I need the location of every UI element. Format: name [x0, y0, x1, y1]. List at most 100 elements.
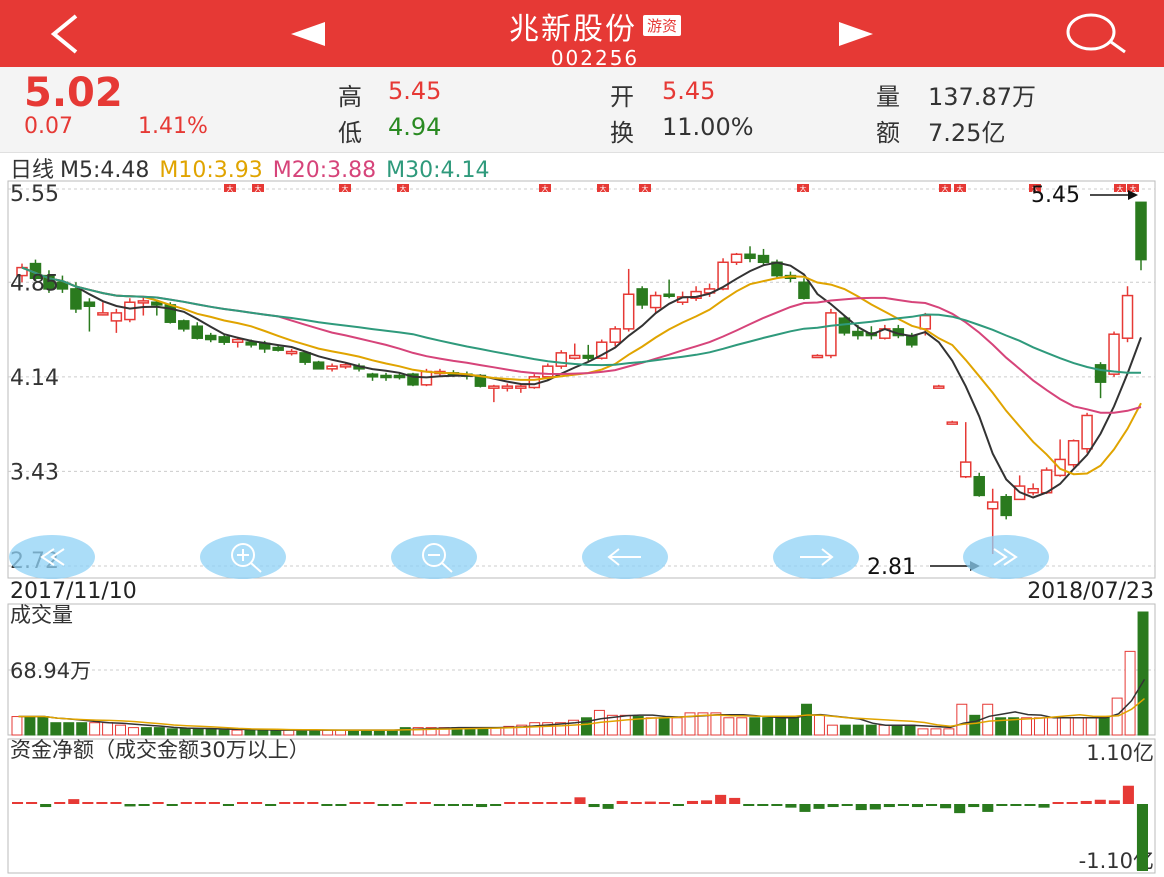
- zoom-out-icon[interactable]: [391, 535, 477, 579]
- fund-flow-bar: [1080, 800, 1092, 804]
- candle-body: [542, 365, 554, 378]
- fund-flow-bar: [968, 804, 980, 808]
- candle-body: [622, 293, 635, 330]
- volume-bar: [982, 703, 994, 736]
- marker-label: 大: [227, 184, 234, 193]
- fund-flow-bar: [208, 802, 220, 804]
- fund-flow-bar: [26, 802, 38, 804]
- candle-body: [959, 461, 972, 478]
- zoom-in-icon[interactable]: [200, 535, 286, 579]
- volume-bar: [37, 716, 49, 736]
- volume-bar: [192, 728, 204, 736]
- volume-bar: [50, 722, 62, 736]
- volume-bar: [1085, 717, 1097, 736]
- fund-flow-bar: [433, 804, 445, 806]
- fund-flow-bar: [686, 800, 699, 804]
- chart-area[interactable]: 5.554.854.143.432.72大大大大大大大大大大大大大5.452.8…: [0, 0, 1164, 877]
- candle-body: [488, 385, 500, 389]
- fund-flow-bar: [574, 797, 586, 804]
- fund-flow-bar: [518, 802, 530, 804]
- start-date: 2017/11/10: [10, 579, 137, 604]
- candle-body: [1027, 487, 1039, 494]
- fund-flow-bar: [897, 804, 909, 806]
- fund-flow-bar: [855, 804, 867, 811]
- fund-flow-bar: [869, 804, 881, 810]
- marker-label: 大: [400, 184, 407, 193]
- fund-flow-bar: [68, 799, 80, 804]
- fund-flow-bar: [757, 804, 769, 806]
- volume-bar: [801, 703, 812, 736]
- fund-flow-bar: [1094, 799, 1106, 804]
- fund-flow-bar: [391, 804, 403, 806]
- left-arrow-icon[interactable]: [582, 535, 668, 579]
- marker-label: 大: [942, 184, 949, 193]
- marker-label: 大: [642, 184, 649, 193]
- candle-body: [986, 501, 999, 510]
- candle-body: [231, 338, 244, 343]
- volume-bar: [76, 722, 88, 736]
- candle-body: [178, 320, 190, 330]
- candle-body: [811, 354, 824, 359]
- candle-body: [852, 330, 864, 337]
- candle-body: [730, 253, 743, 264]
- fund-flow-bar: [940, 804, 952, 809]
- y-tick-label: 3.43: [10, 460, 59, 485]
- candle-body: [973, 475, 985, 497]
- volume-bar: [166, 728, 178, 736]
- ma10-line: [21, 266, 1142, 476]
- candle-body: [744, 253, 756, 260]
- marker-label: 大: [600, 184, 607, 193]
- volume-bar: [63, 722, 75, 736]
- volume-bar: [852, 724, 864, 736]
- fund-flow-bar: [490, 804, 502, 806]
- candle-body: [1135, 201, 1147, 261]
- fund-flow-bar: [180, 802, 192, 804]
- candle-body: [299, 352, 311, 363]
- right-arrow-icon[interactable]: [773, 535, 859, 579]
- fund-flow-bar: [504, 802, 516, 804]
- fund-flow-bar: [349, 802, 361, 804]
- fund-flow-bar: [911, 804, 924, 808]
- fund-flow-title: 资金净额（成交金额30万以上）: [10, 738, 310, 762]
- rewind-icon[interactable]: [9, 535, 95, 579]
- fund-flow-bar: [715, 794, 727, 804]
- candle-body: [1067, 440, 1080, 466]
- candle-body: [1081, 414, 1093, 450]
- candle-body: [663, 293, 675, 297]
- fund-flow-bar: [279, 802, 291, 804]
- fund-flow-bar: [377, 804, 389, 806]
- toolbar-button-bg[interactable]: [391, 535, 477, 579]
- fund-flow-bar: [1066, 802, 1078, 804]
- fund-flow-bar: [138, 804, 150, 806]
- fund-flow-bar: [813, 804, 825, 809]
- candle-body: [757, 254, 770, 264]
- volume-bar: [529, 722, 541, 736]
- fund-flow-bar: [265, 804, 277, 806]
- candle-body: [285, 350, 298, 355]
- fund-flow-bar: [729, 797, 741, 804]
- fund-flow-bar: [1024, 804, 1036, 806]
- candle-body: [649, 294, 662, 309]
- fast-forward-icon[interactable]: [963, 535, 1049, 579]
- candle-body: [191, 325, 204, 339]
- volume-bar: [619, 714, 631, 736]
- fund-flow-bar: [461, 804, 474, 806]
- fund-flow-bar: [447, 804, 459, 806]
- marker-label: 大: [255, 184, 262, 193]
- volume-bar: [24, 716, 36, 736]
- fund-flow-bar: [194, 802, 206, 804]
- volume-bar: [1124, 650, 1136, 736]
- fund-flow-bar: [82, 802, 94, 804]
- fund-flow-bar: [12, 802, 24, 804]
- volume-bar: [813, 714, 825, 736]
- volume-bar: [115, 724, 126, 736]
- fund-flow-bar: [405, 802, 417, 804]
- candle-body: [798, 281, 810, 299]
- y-tick-label: 4.14: [10, 366, 59, 391]
- candle-body: [272, 346, 284, 351]
- volume-bar: [658, 717, 670, 736]
- volume-bar: [1072, 717, 1084, 736]
- fund-flow-bar: [616, 800, 628, 804]
- volume-bar: [1059, 717, 1071, 736]
- volume-bar: [89, 722, 101, 736]
